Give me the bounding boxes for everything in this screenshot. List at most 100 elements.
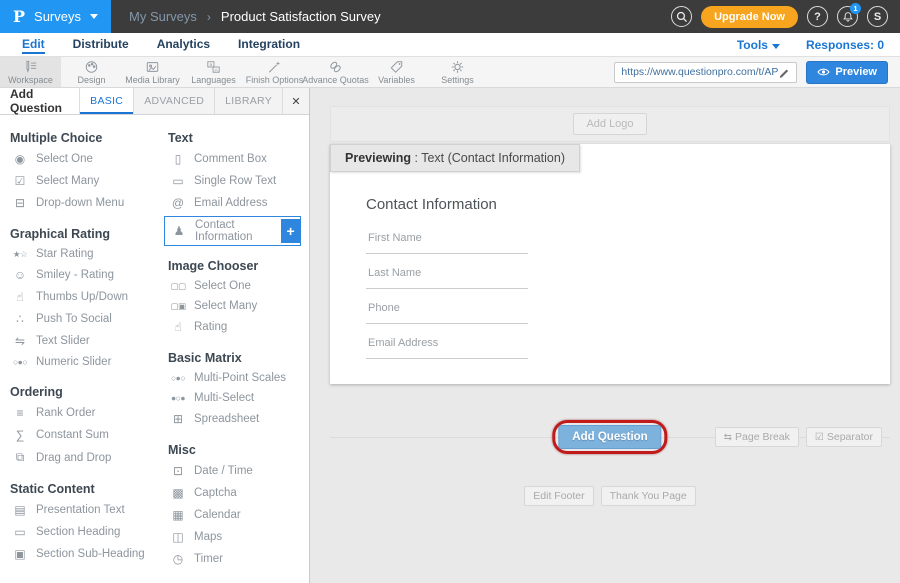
notifications-button[interactable]: 1 [837, 6, 858, 27]
question-type-email-address[interactable]: @Email Address [158, 192, 309, 214]
highlight-annotation: Add Question [552, 420, 667, 454]
questionpro-logo-icon: P [13, 7, 25, 26]
plus-add-icon[interactable]: + [281, 219, 300, 243]
radio-list-icon: ◉ [10, 152, 30, 166]
close-panel-button[interactable]: ✕ [282, 88, 309, 114]
question-type-smiley-rating[interactable]: ☺Smiley - Rating [0, 264, 158, 286]
nav-right: Tools Responses: 0 [737, 33, 900, 56]
question-type-timer[interactable]: ◷Timer [158, 548, 309, 570]
group-heading-basic-matrix: Basic Matrix [168, 351, 309, 365]
add-question-panel: Add Question BASIC ADVANCED LIBRARY ✕ Mu… [0, 88, 310, 583]
question-type-select-many[interactable]: ▢▣ Select Many [158, 296, 309, 316]
field-email-address[interactable]: Email Address [366, 333, 528, 359]
question-type-push-to-social[interactable]: ∴Push To Social [0, 308, 158, 330]
field-last-name[interactable]: Last Name [366, 263, 528, 289]
question-type-rating[interactable]: ☝Rating [158, 316, 309, 338]
breadcrumb-current-survey: Product Satisfaction Survey [221, 9, 381, 24]
tool-media-library[interactable]: Media Library [122, 57, 183, 87]
page-break-label: Page Break [735, 431, 790, 443]
pencil-edit-icon[interactable] [779, 67, 790, 78]
tool-finish-options[interactable]: Finish Options [244, 57, 305, 87]
question-type-label: Comment Box [194, 153, 267, 165]
tab-library[interactable]: LIBRARY [214, 88, 282, 114]
tool-languages[interactable]: aA Languages [183, 57, 244, 87]
contact-person-icon: ♟ [169, 224, 189, 238]
section-heading-icon: ▭ [10, 525, 30, 539]
svg-text:a: a [209, 63, 212, 68]
question-type-label: Captcha [194, 487, 237, 499]
group-heading-misc: Misc [168, 443, 309, 457]
tab-analytics[interactable]: Analytics [143, 33, 224, 56]
question-type-select-many[interactable]: ☑Select Many [0, 170, 158, 192]
page-break-button[interactable]: ⇆Page Break [715, 427, 799, 447]
add-question-button[interactable]: Add Question [558, 425, 661, 449]
survey-url-field[interactable]: https://www.questionpro.com/t/AP53kZgUI [614, 62, 797, 83]
help-button[interactable]: ? [807, 6, 828, 27]
question-type-section-heading[interactable]: ▭Section Heading [0, 521, 158, 543]
field-first-name[interactable]: First Name [366, 228, 528, 254]
question-type-label: Select One [194, 280, 251, 292]
question-type-star-rating[interactable]: ★☆Star Rating [0, 244, 158, 264]
question-type-multi-select[interactable]: ●○●Multi-Select [158, 388, 309, 408]
question-type-rank-order[interactable]: ≡Rank Order [0, 402, 158, 424]
tab-integration[interactable]: Integration [224, 33, 314, 56]
single-row-text-icon: ▭ [168, 174, 188, 188]
question-type-single-row-text[interactable]: ▭Single Row Text [158, 170, 309, 192]
tool-workspace[interactable]: Workspace [0, 57, 61, 87]
tab-basic[interactable]: BASIC [79, 88, 133, 114]
avatar[interactable]: S [867, 6, 888, 27]
responses-count[interactable]: Responses: 0 [806, 38, 884, 52]
edit-toolbar: Workspace Design Media Library aA Langua… [0, 57, 900, 88]
breadcrumb-my-surveys[interactable]: My Surveys [129, 9, 197, 24]
notification-badge: 1 [850, 3, 861, 14]
multi-select-icon: ●○● [168, 393, 188, 403]
add-logo-button[interactable]: Add Logo [573, 113, 646, 135]
upgrade-now-button[interactable]: Upgrade Now [701, 6, 798, 28]
image-select-many-icon: ▢▣ [168, 301, 188, 312]
tool-settings[interactable]: Settings [427, 57, 488, 87]
question-type-spreadsheet[interactable]: ⊞Spreadsheet [158, 408, 309, 430]
question-type-thumbs-up-down[interactable]: ☝Thumbs Up/Down [0, 286, 158, 308]
header-actions: Upgrade Now ? 1 S [671, 0, 900, 33]
question-type-text-slider[interactable]: ⇋Text Slider [0, 330, 158, 352]
question-type-multi-point-scales[interactable]: ○●○Multi-Point Scales [158, 368, 309, 388]
avatar-initial: S [874, 11, 881, 23]
question-type-label: Constant Sum [36, 429, 109, 441]
group-heading-static-content: Static Content [10, 482, 158, 496]
footer-actions: Edit Footer Thank You Page [330, 486, 890, 506]
question-type-drop-down-menu[interactable]: ⊟Drop-down Menu [0, 192, 158, 214]
survey-nav: Edit Distribute Analytics Integration To… [0, 33, 900, 57]
question-type-comment-box[interactable]: ▯Comment Box [158, 148, 309, 170]
tool-variables[interactable]: Variables [366, 57, 427, 87]
preview-button[interactable]: Preview [806, 61, 888, 84]
question-type-calendar[interactable]: ▦Calendar [158, 504, 309, 526]
question-type-constant-sum[interactable]: ∑Constant Sum [0, 424, 158, 446]
edit-footer-button[interactable]: Edit Footer [524, 486, 593, 506]
question-type-presentation-text[interactable]: ▤Presentation Text [0, 499, 158, 521]
tool-advance-quotas[interactable]: Advance Quotas [305, 57, 366, 87]
question-type-contact-information[interactable]: ♟Contact Information+ [164, 216, 301, 246]
thank-you-page-button[interactable]: Thank You Page [601, 486, 696, 506]
question-type-label: Select Many [194, 300, 257, 312]
previewing-label: Previewing : Text (Contact Information) [330, 144, 580, 172]
search-button[interactable] [671, 6, 692, 27]
separator-button[interactable]: ☑Separator [806, 427, 882, 447]
question-type-select-one[interactable]: ◉ Select One [0, 148, 158, 170]
question-type-captcha[interactable]: ▩Captcha [158, 482, 309, 504]
question-type-section-sub-heading[interactable]: ▣Section Sub-Heading [0, 543, 158, 565]
question-type-label: Numeric Slider [36, 356, 111, 368]
field-phone[interactable]: Phone [366, 298, 528, 324]
tool-design[interactable]: Design [61, 57, 122, 87]
question-type-date-time[interactable]: ⊡Date / Time [158, 460, 309, 482]
question-type-select-one[interactable]: ▢▢Select One [158, 276, 309, 296]
question-type-label: Select One [36, 153, 93, 165]
tab-advanced[interactable]: ADVANCED [133, 88, 214, 114]
tab-distribute[interactable]: Distribute [59, 33, 143, 56]
image-rating-icon: ☝ [168, 320, 188, 334]
tab-edit[interactable]: Edit [8, 33, 59, 56]
question-type-maps[interactable]: ◫Maps [158, 526, 309, 548]
tools-dropdown[interactable]: Tools [737, 38, 780, 52]
app-brand[interactable]: P Surveys [0, 0, 111, 33]
question-type-drag-and-drop[interactable]: ⧉Drag and Drop [0, 446, 158, 469]
question-type-numeric-slider[interactable]: ○●○Numeric Slider [0, 352, 158, 372]
